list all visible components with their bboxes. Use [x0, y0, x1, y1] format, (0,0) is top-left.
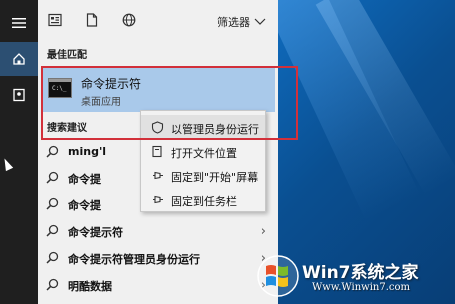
- search-icon: [46, 145, 59, 158]
- pin-icon: [153, 195, 163, 204]
- search-icon: [46, 224, 59, 237]
- context-item-label: 固定到"开始"屏幕: [171, 171, 259, 184]
- context-item-pin-taskbar[interactable]: 固定到任务栏: [141, 187, 265, 211]
- context-item-pin-start[interactable]: 固定到"开始"屏幕: [141, 163, 265, 187]
- context-item-label: 固定到任务栏: [171, 195, 237, 208]
- context-item-open-location[interactable]: 打开文件位置: [141, 139, 265, 163]
- suggestion-label: 命令提: [68, 199, 101, 212]
- filter-dropdown[interactable]: 筛选器: [217, 14, 266, 30]
- watermark-title: Win7系统之家: [302, 263, 419, 283]
- watermark-url: Www.Winwin7.com: [312, 282, 410, 293]
- suggestion-label: ming'l: [68, 145, 107, 158]
- folder-icon: [152, 145, 162, 158]
- apps-icon[interactable]: [48, 13, 62, 27]
- suggestion-label: 命令提: [68, 173, 101, 186]
- home-button[interactable]: [0, 42, 38, 76]
- pin-icon: [153, 171, 163, 180]
- suggestion-label: 明酷数据: [68, 280, 112, 293]
- suggestion-item[interactable]: 明酷数据 ›: [38, 272, 278, 298]
- search-panel: 筛选器 最佳匹配 C:\_ 命令提示符 桌面应用 搜索建议 ming'l › 命…: [38, 0, 278, 304]
- mouse-cursor-icon: [0, 156, 14, 172]
- best-match-heading: 最佳匹配: [47, 50, 87, 61]
- search-icon: [46, 251, 59, 264]
- chevron-right-icon[interactable]: ›: [261, 224, 266, 239]
- search-icon: [46, 197, 59, 210]
- watermark: Win7系统之家 Www.Winwin7.com: [256, 252, 452, 300]
- filter-label: 筛选器: [217, 16, 250, 29]
- document-icon[interactable]: [86, 13, 98, 27]
- home-icon: [13, 53, 25, 65]
- windows-logo-icon: [257, 255, 299, 297]
- chevron-down-icon: [254, 18, 266, 25]
- suggestion-item[interactable]: 命令提示符 ›: [38, 218, 278, 244]
- context-item-label: 打开文件位置: [171, 147, 237, 160]
- search-icon: [46, 278, 59, 291]
- search-topbar: 筛选器: [38, 0, 278, 40]
- start-left-rail: [0, 0, 38, 304]
- suggestion-item[interactable]: 命令提示符管理员身份运行 ›: [38, 245, 278, 271]
- search-icon: [46, 171, 59, 184]
- hamburger-button[interactable]: [0, 6, 38, 40]
- suggestion-label: 命令提示符: [68, 226, 123, 239]
- suggestion-label: 命令提示符管理员身份运行: [68, 253, 200, 266]
- notebook-button[interactable]: [0, 78, 38, 112]
- globe-icon[interactable]: [122, 13, 136, 27]
- red-highlight-box: [41, 66, 298, 140]
- hamburger-icon: [12, 18, 26, 28]
- contact-card-icon: [13, 88, 25, 102]
